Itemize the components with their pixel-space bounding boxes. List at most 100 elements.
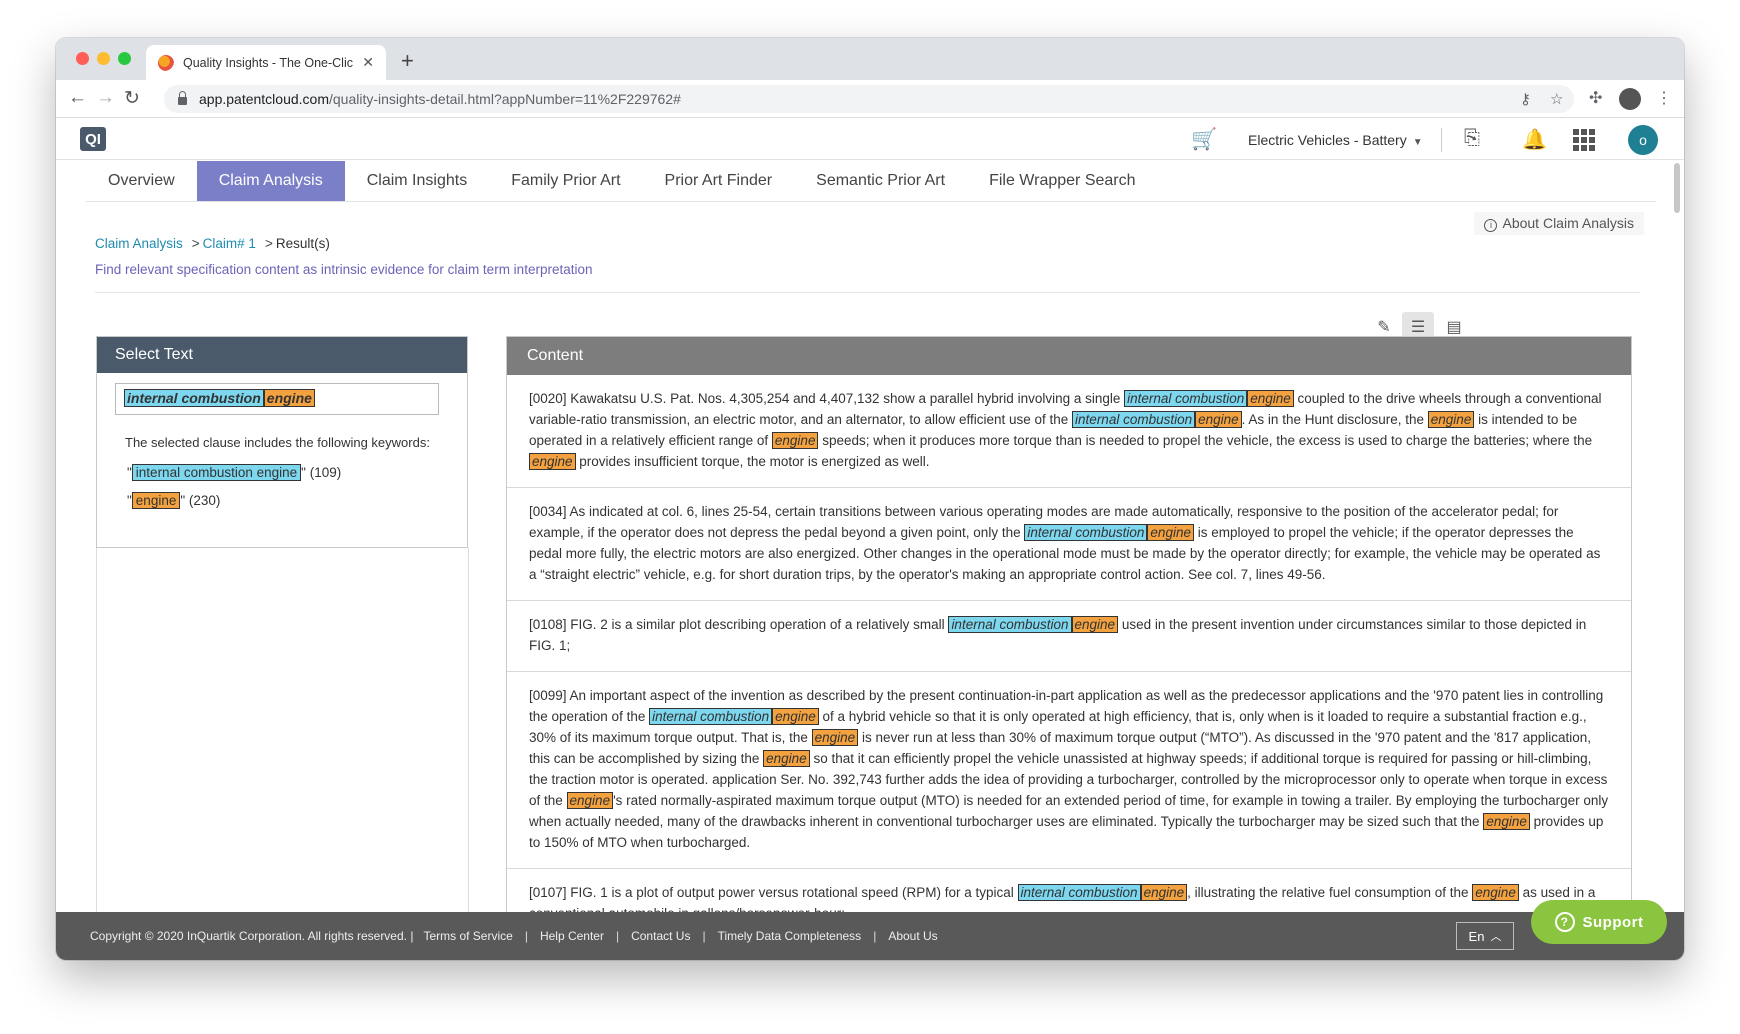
minimize-window-icon[interactable] [97,52,110,65]
selected-text-field[interactable]: internal combustion engine [115,383,439,415]
term-highlight-engine[interactable]: engine [1195,411,1242,428]
term-highlight-engine[interactable]: engine [529,453,576,470]
browser-tab[interactable]: Quality Insights - The One-Clic ✕ [146,45,386,80]
content-paragraph: [0107] FIG. 1 is a plot of output power … [507,869,1631,912]
term-highlight-engine[interactable]: engine [1071,616,1119,633]
project-selector[interactable]: Electric Vehicles - Battery ▼ [1248,132,1423,148]
page-scrollbar[interactable] [1674,163,1680,213]
footer-link-timely-data[interactable]: Timely Data Completeness [718,929,862,943]
term-highlight-engine[interactable]: engine [1247,390,1294,407]
project-name: Electric Vehicles - Battery [1248,132,1407,148]
tab-family-prior-art[interactable]: Family Prior Art [489,161,642,201]
browser-menu-icon[interactable]: ⋮ [1656,88,1672,108]
breadcrumb-claim-analysis[interactable]: Claim Analysis [95,236,183,251]
keyword-term: internal combustion engine [131,464,302,481]
tab-file-wrapper-search[interactable]: File Wrapper Search [967,161,1157,201]
forward-icon[interactable]: → [96,87,115,109]
cart-icon[interactable]: 🛒 [1191,128,1217,152]
content-paragraph: [0034] As indicated at col. 6, lines 25-… [507,488,1631,601]
term-highlight-icb[interactable]: internal combustion [1072,411,1196,428]
keywords-note: The selected clause includes the followi… [125,435,430,450]
maximize-window-icon[interactable] [118,52,131,65]
tab-claim-insights[interactable]: Claim Insights [345,161,489,201]
close-window-icon[interactable] [76,52,89,65]
url-path: /quality-insights-detail.html?appNumber=… [328,91,681,107]
tab-overview[interactable]: Overview [86,161,197,201]
term-highlight-engine[interactable]: engine [1472,884,1519,901]
about-label: About Claim Analysis [1502,215,1634,231]
back-icon[interactable]: ← [68,87,87,109]
language-label: En [1468,928,1485,944]
help-icon: ? [1554,912,1575,932]
term-highlight-icb[interactable]: internal combustion [1017,884,1141,901]
extensions-icon[interactable]: ✣ [1589,88,1602,108]
term-highlight-icb[interactable]: internal combustion [1124,390,1248,407]
card-divider [95,292,1640,293]
keyword-item[interactable]: " engine " (230) [127,492,221,509]
breadcrumb-separator: > [264,236,273,251]
apps-grid-icon[interactable] [1573,129,1595,151]
support-button[interactable]: ? Support [1531,900,1667,944]
term-highlight-engine[interactable]: engine [566,792,614,809]
term-highlight-engine[interactable]: engine [1140,884,1188,901]
footer-link-terms[interactable]: Terms of Service [423,929,512,943]
breadcrumb-claim[interactable]: Claim# 1 [203,236,256,251]
term-highlight-icb[interactable]: internal combustion [1024,524,1148,541]
term-highlight-engine[interactable]: engine [772,708,819,725]
footer-separator: | [702,929,706,943]
new-tab-icon[interactable]: + [401,48,414,74]
claim-analysis-card: i About Claim Analysis Claim Analysis > Cla… [86,202,1656,912]
info-icon: i [1484,219,1498,232]
term-highlight-engine[interactable]: engine [771,432,819,449]
select-text-title: Select Text [97,337,467,373]
app-header: QI 🛒 Electric Vehicles - Battery ▼ ⎘ 🔔 o [56,118,1684,160]
star-icon[interactable]: ☆ [1550,90,1563,108]
term-highlight-engine[interactable]: engine [811,729,859,746]
breadcrumb-separator: > [191,236,200,251]
keyword-term: engine [131,492,181,509]
language-selector[interactable]: En ︿ [1456,922,1514,950]
select-text-panel: Select Text internal combustion engine Th… [96,336,468,548]
breadcrumb: Claim Analysis > Claim# 1 > Result(s) [95,236,330,251]
keyword-item[interactable]: " internal combustion engine " (109) [127,464,341,481]
copyright-text: Copyright © 2020 InQuartik Corporation. … [90,929,414,943]
term-highlight-icb[interactable]: internal combustion [649,708,773,725]
page-subtitle: Find relevant specification content as i… [95,262,593,277]
content-panel: Content [0020] Kawakatsu U.S. Pat. Nos. … [506,336,1632,912]
reload-icon[interactable]: ↻ [124,87,140,110]
page-footer: Copyright © 2020 InQuartik Corporation. … [56,912,1684,960]
app-logo[interactable]: QI [80,127,106,151]
term-highlight-engine[interactable]: engine [1483,813,1530,830]
key-icon[interactable]: ⚷ [1520,90,1531,108]
tab-title: Quality Insights - The One-Clic [183,55,353,70]
selected-term-engine[interactable]: engine [263,389,315,407]
footer-link-about[interactable]: About Us [888,929,937,943]
keyword-count: (230) [188,493,221,508]
support-label: Support [1582,913,1644,931]
favicon-icon [158,54,174,71]
term-highlight-engine[interactable]: engine [763,750,810,767]
browser-window: Quality Insights - The One-Clic ✕ + ← → … [56,38,1684,960]
tab-close-icon[interactable]: ✕ [362,54,374,71]
footer-link-contact[interactable]: Contact Us [631,929,690,943]
term-highlight-engine[interactable]: engine [1427,411,1475,428]
browser-profile-icon[interactable] [1619,88,1641,110]
bell-icon[interactable]: 🔔 [1522,127,1547,152]
header-divider [1441,128,1442,152]
term-highlight-engine[interactable]: engine [1147,524,1194,541]
footer-separator: | [615,929,620,943]
selected-term-icb[interactable]: internal combustion [124,389,264,407]
address-bar[interactable]: app.patentcloud.com/quality-insights-det… [164,85,1574,113]
content-title: Content [507,337,1631,375]
term-highlight-icb[interactable]: internal combustion [948,616,1072,633]
tab-prior-art-finder[interactable]: Prior Art Finder [643,161,795,201]
tab-semantic-prior-art[interactable]: Semantic Prior Art [794,161,967,201]
footer-separator: | [873,929,877,943]
tab-claim-analysis[interactable]: Claim Analysis [196,161,345,201]
about-claim-analysis-link[interactable]: i About Claim Analysis [1474,212,1644,235]
lock-icon [178,91,187,105]
nav-tabs: Overview Claim Analysis Claim Insights F… [86,161,1158,201]
export-icon[interactable]: ⎘ [1464,127,1480,150]
footer-link-help[interactable]: Help Center [540,929,604,943]
user-avatar[interactable]: o [1628,125,1658,155]
